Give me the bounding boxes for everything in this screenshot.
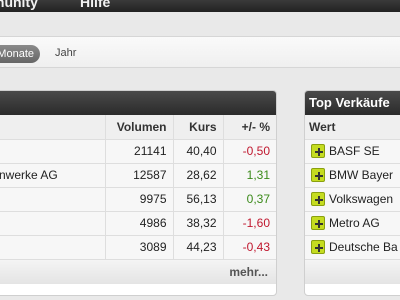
most-traded-table: Volumen Kurs +/- % 21141 40,40 -0,50 nwe… bbox=[0, 115, 276, 260]
top-sales-panel: Top Verkäufe Wert BASF SE BMW Bayer Volk… bbox=[304, 90, 400, 296]
change-value: -1,60 bbox=[223, 211, 276, 236]
stock-name[interactable]: BASF SE bbox=[329, 144, 380, 158]
table-row[interactable]: nwerke AG 12587 28,62 1,31 bbox=[0, 163, 276, 188]
panel-footer bbox=[305, 259, 400, 284]
add-plus-icon[interactable] bbox=[311, 144, 325, 159]
column-header-wert: Wert bbox=[305, 115, 400, 140]
volume-value: 3089 bbox=[105, 235, 174, 260]
top-sales-table: Wert BASF SE BMW Bayer Volkswagen Metro … bbox=[305, 115, 400, 260]
change-value: -0,43 bbox=[223, 235, 276, 260]
column-header-volume[interactable]: Volumen bbox=[105, 115, 174, 140]
change-value: -0,50 bbox=[223, 139, 276, 164]
stock-name[interactable] bbox=[0, 235, 106, 260]
stock-name[interactable]: BMW Bayer bbox=[329, 168, 393, 182]
column-header-name bbox=[0, 115, 106, 140]
stock-name[interactable]: Volkswagen bbox=[329, 192, 393, 206]
add-plus-icon[interactable] bbox=[311, 168, 325, 183]
add-plus-icon[interactable] bbox=[311, 216, 325, 231]
table-row[interactable]: 3089 44,23 -0,43 bbox=[0, 235, 276, 260]
stock-name[interactable] bbox=[0, 139, 106, 164]
add-plus-icon[interactable] bbox=[311, 192, 325, 207]
add-plus-icon[interactable] bbox=[311, 240, 325, 255]
list-item[interactable]: Metro AG bbox=[305, 211, 400, 236]
period-selector-bar: Monate Jahr bbox=[0, 36, 400, 68]
table-row[interactable]: 21141 40,40 -0,50 bbox=[0, 139, 276, 164]
volume-value: 9975 bbox=[105, 187, 174, 212]
volume-value: 12587 bbox=[105, 163, 174, 188]
list-item[interactable]: BASF SE bbox=[305, 139, 400, 164]
stock-name[interactable]: Deutsche Ba bbox=[329, 240, 398, 254]
price-value: 28,62 bbox=[173, 163, 224, 188]
table-row[interactable]: 4986 38,32 -1,60 bbox=[0, 211, 276, 236]
change-value: 1,31 bbox=[223, 163, 276, 188]
column-header-price[interactable]: Kurs bbox=[173, 115, 224, 140]
list-item[interactable]: Volkswagen bbox=[305, 187, 400, 212]
volume-value: 21141 bbox=[105, 139, 174, 164]
stock-name[interactable]: nwerke AG bbox=[0, 163, 106, 188]
list-item[interactable]: BMW Bayer bbox=[305, 163, 400, 188]
top-sales-title: Top Verkäufe bbox=[305, 91, 400, 115]
nav-item-help[interactable]: Hilfe bbox=[80, 0, 110, 10]
column-header-change[interactable]: +/- % bbox=[223, 115, 276, 140]
price-value: 44,23 bbox=[173, 235, 224, 260]
stock-name[interactable]: Metro AG bbox=[329, 216, 380, 230]
volume-value: 4986 bbox=[105, 211, 174, 236]
period-year-link[interactable]: Jahr bbox=[55, 47, 76, 59]
table-header-row: Volumen Kurs +/- % bbox=[0, 115, 276, 140]
list-item[interactable]: Deutsche Ba bbox=[305, 235, 400, 260]
table-row[interactable]: 9975 56,13 0,37 bbox=[0, 187, 276, 212]
stock-name[interactable] bbox=[0, 211, 106, 236]
top-navigation-bar: munity Hilfe bbox=[0, 0, 400, 12]
nav-item-community[interactable]: munity bbox=[0, 0, 38, 10]
price-value: 56,13 bbox=[173, 187, 224, 212]
stock-name[interactable] bbox=[0, 187, 106, 212]
panel-header bbox=[0, 91, 276, 115]
period-months-selected[interactable]: Monate bbox=[0, 45, 40, 63]
table-header-row: Wert bbox=[305, 115, 400, 140]
more-link[interactable]: mehr... bbox=[0, 259, 276, 284]
price-value: 40,40 bbox=[173, 139, 224, 164]
price-value: 38,32 bbox=[173, 211, 224, 236]
most-traded-panel: Volumen Kurs +/- % 21141 40,40 -0,50 nwe… bbox=[0, 90, 277, 296]
change-value: 0,37 bbox=[223, 187, 276, 212]
